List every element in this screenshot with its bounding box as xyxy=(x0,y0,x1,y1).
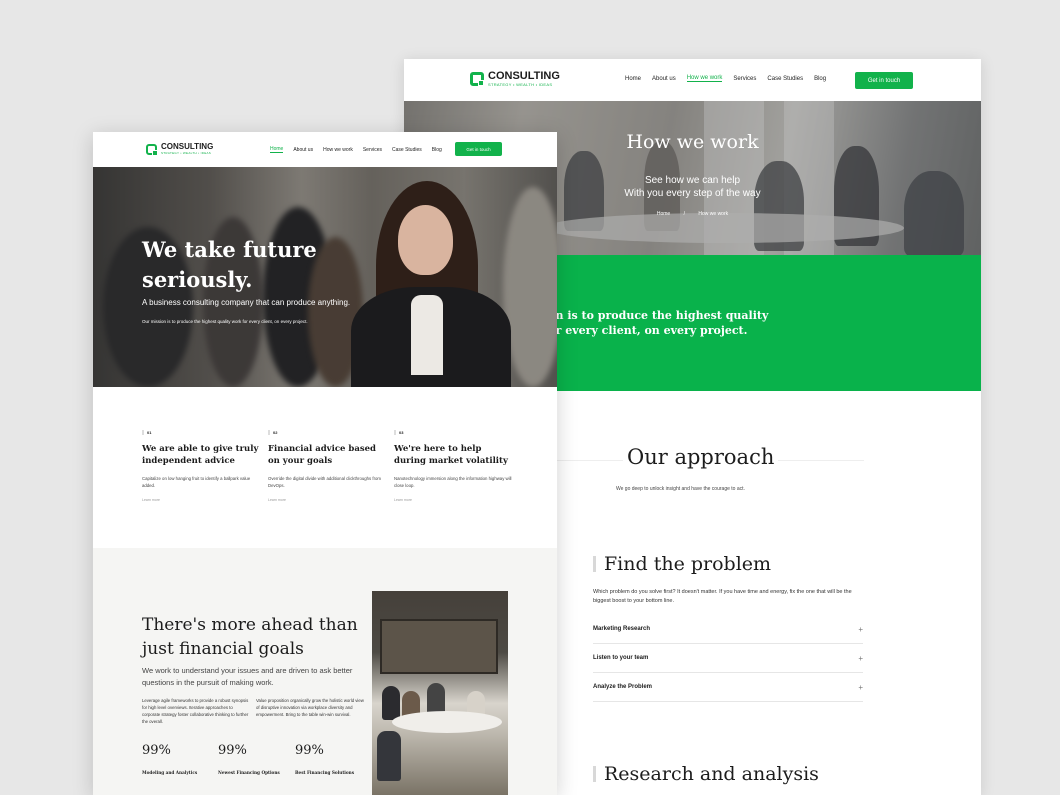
nav-blog[interactable]: Blog xyxy=(814,76,826,82)
more-ahead-column-2: Value proposition organically grow the h… xyxy=(256,698,364,717)
hero-subtitle: A business consulting company that can p… xyxy=(142,298,351,307)
more-ahead-section: There's more ahead than just financial g… xyxy=(93,548,557,795)
nav-how-we-work[interactable]: How we work xyxy=(686,75,723,82)
logo-tagline: STRATEGY • WEALTH • IDEAS xyxy=(161,151,212,155)
feature-card: 01 We are able to give truly independent… xyxy=(142,430,260,502)
accordion-item-analyze-problem[interactable]: Analyze the Problem + xyxy=(593,673,863,702)
home-page-preview: CONSULTING STRATEGY • WEALTH • IDEAS Hom… xyxy=(93,132,557,795)
feature-card: 03 We're here to help during market vola… xyxy=(394,430,512,502)
hero-title: We take future seriously. xyxy=(142,237,317,292)
nav-case-studies[interactable]: Case Studies xyxy=(392,147,422,153)
nav-home[interactable]: Home xyxy=(625,76,641,82)
more-ahead-lead: We work to understand your issues and ar… xyxy=(142,666,353,687)
stat-item: 99% Newest Financing Options xyxy=(218,743,280,775)
learn-more-link[interactable]: Learn more xyxy=(394,498,512,502)
office-meeting-image xyxy=(372,591,508,795)
stat-label: Best Financing Solutions xyxy=(295,770,355,775)
features-section: 01 We are able to give truly independent… xyxy=(93,387,557,548)
plus-icon[interactable]: + xyxy=(858,683,863,692)
nav-services[interactable]: Services xyxy=(733,76,756,82)
feature-text: Capitalize on low hanging fruit to ident… xyxy=(142,476,251,488)
title-accent-bar xyxy=(593,556,596,572)
feature-title: We're here to help during market volatil… xyxy=(394,444,508,466)
feature-number: 01 xyxy=(147,430,152,435)
learn-more-link[interactable]: Learn more xyxy=(268,498,386,502)
feature-title: We are able to give truly independent ad… xyxy=(142,444,259,466)
stat-value: 99% xyxy=(142,743,171,758)
hero-banner: We take future seriously. A business con… xyxy=(93,167,557,387)
logo-tagline: STRATEGY • WEALTH • IDEAS xyxy=(488,82,553,87)
plus-icon[interactable]: + xyxy=(858,625,863,634)
feature-text: Nanotechnology immersion along the infor… xyxy=(394,476,512,488)
logo[interactable]: CONSULTING STRATEGY • WEALTH • IDEAS xyxy=(470,71,560,87)
stat-value: 99% xyxy=(295,743,324,758)
get-in-touch-button[interactable]: Get in touch xyxy=(855,72,913,89)
stat-item: 99% Best Financing Solutions xyxy=(295,743,354,775)
feature-number: 02 xyxy=(273,430,278,435)
get-in-touch-button[interactable]: Get in touch xyxy=(455,142,502,156)
nav-blog[interactable]: Blog xyxy=(432,147,442,153)
accordion-item-listen-to-team[interactable]: Listen to your team + xyxy=(593,644,863,673)
top-navbar: CONSULTING STRATEGY • WEALTH • IDEAS Hom… xyxy=(93,132,557,167)
plus-icon[interactable]: + xyxy=(858,654,863,663)
title-accent-bar xyxy=(593,766,596,782)
nav-how-we-work[interactable]: How we work xyxy=(323,147,353,153)
nav-about-us[interactable]: About us xyxy=(293,147,313,153)
top-navbar: CONSULTING STRATEGY • WEALTH • IDEAS Hom… xyxy=(404,59,981,101)
find-problem-text: Which problem do you solve first? It doe… xyxy=(593,589,852,604)
approach-text: We go deep to unlock insight and have th… xyxy=(616,486,745,492)
research-title: Research and analysis xyxy=(604,763,819,785)
learn-more-link[interactable]: Learn more xyxy=(142,498,260,502)
stat-label: Newest Financing Options xyxy=(218,770,280,775)
nav-about-us[interactable]: About us xyxy=(652,76,676,82)
accordion-label: Listen to your team xyxy=(593,655,649,661)
nav-home[interactable]: Home xyxy=(270,146,284,153)
breadcrumb-home[interactable]: Home xyxy=(657,211,670,217)
find-problem-title: Find the problem xyxy=(604,553,772,575)
stat-value: 99% xyxy=(218,743,247,758)
logo-icon xyxy=(470,72,484,86)
logo-icon xyxy=(146,143,158,156)
stat-label: Modeling and Analytics xyxy=(142,770,198,775)
nav-services[interactable]: Services xyxy=(363,147,382,153)
hero-text: Our mission is to produce the highest qu… xyxy=(142,319,308,324)
stat-item: 99% Modeling and Analytics xyxy=(142,743,197,775)
accordion-item-marketing-research[interactable]: Marketing Research + xyxy=(593,615,863,644)
accordion-label: Marketing Research xyxy=(593,626,651,632)
feature-number: 03 xyxy=(399,430,404,435)
approach-title: Our approach xyxy=(623,445,779,469)
breadcrumb-current: How we work xyxy=(698,211,729,217)
logo-name: CONSULTING xyxy=(488,70,560,82)
accordion-label: Analyze the Problem xyxy=(593,684,653,690)
research-heading: Research and analysis xyxy=(593,763,819,785)
more-ahead-column-1: Leverage agile frameworks to provide a r… xyxy=(142,698,249,724)
breadcrumb-separator: / xyxy=(683,211,685,217)
feature-text: Override the digital divide with additio… xyxy=(268,476,381,488)
nav-case-studies[interactable]: Case Studies xyxy=(767,76,803,82)
main-menu: Home About us How we work Services Case … xyxy=(270,146,442,153)
logo[interactable]: CONSULTING STRATEGY • WEALTH • IDEAS xyxy=(146,142,214,156)
feature-card: 02 Financial advice based on your goals … xyxy=(268,430,386,502)
main-menu: Home About us How we work Services Case … xyxy=(625,75,826,82)
feature-title: Financial advice based on your goals xyxy=(268,444,376,466)
more-ahead-title: There's more ahead than just financial g… xyxy=(142,615,358,659)
logo-name: CONSULTING xyxy=(161,142,214,151)
